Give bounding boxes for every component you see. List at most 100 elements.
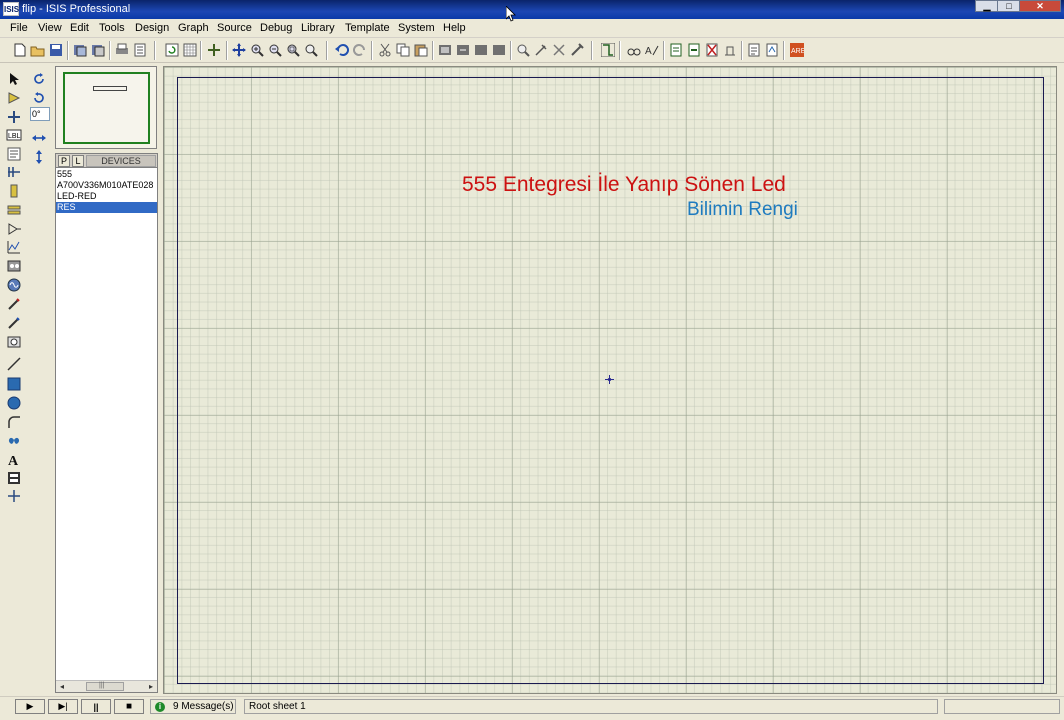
- menu-template[interactable]: Template: [345, 22, 390, 34]
- zoom-all-icon[interactable]: [285, 42, 301, 58]
- menu-file[interactable]: File: [10, 22, 28, 34]
- menu-view[interactable]: View: [38, 22, 62, 34]
- pick-device-icon[interactable]: [515, 42, 531, 58]
- electrical-rules-icon[interactable]: [764, 42, 780, 58]
- schematic-title-text[interactable]: 555 Entegresi İle Yanıp Sönen Led: [462, 173, 786, 197]
- block-move-icon[interactable]: [455, 42, 471, 58]
- rotate-cw-icon[interactable]: [30, 70, 48, 87]
- open-folder-icon[interactable]: [30, 42, 46, 58]
- property-assign-icon[interactable]: A: [644, 42, 660, 58]
- new-file-icon[interactable]: [12, 42, 28, 58]
- cut-icon[interactable]: [377, 42, 393, 58]
- device-list-hscrollbar[interactable]: ◂ ||| ▸: [56, 680, 157, 692]
- path-2d-icon[interactable]: [5, 431, 23, 448]
- circle-2d-icon[interactable]: [5, 394, 23, 411]
- block-rotate-icon[interactable]: [473, 42, 489, 58]
- scroll-right-icon[interactable]: ▸: [145, 681, 157, 692]
- current-probe-icon[interactable]: [5, 314, 23, 331]
- grid-icon[interactable]: [182, 42, 198, 58]
- rotate-ccw-icon[interactable]: [30, 89, 48, 106]
- symbol-2d-icon[interactable]: [5, 469, 23, 486]
- menu-debug[interactable]: Debug: [260, 22, 292, 34]
- search-tag-icon[interactable]: [626, 42, 642, 58]
- bus-icon[interactable]: [5, 163, 23, 180]
- terminal-icon[interactable]: [5, 201, 23, 218]
- device-item[interactable]: A700V336M010ATE028: [56, 180, 157, 191]
- voltage-probe-icon[interactable]: [5, 295, 23, 312]
- arc-2d-icon[interactable]: [5, 413, 23, 430]
- import-icon[interactable]: [72, 42, 88, 58]
- make-device-icon[interactable]: [533, 42, 549, 58]
- menu-source[interactable]: Source: [217, 22, 252, 34]
- menu-design[interactable]: Design: [135, 22, 169, 34]
- menu-library[interactable]: Library: [301, 22, 335, 34]
- device-item-selected[interactable]: RES: [56, 202, 157, 213]
- schematic-subtitle-text[interactable]: Bilimin Rengi: [687, 199, 798, 221]
- block-copy-icon[interactable]: [437, 42, 453, 58]
- menu-edit[interactable]: Edit: [70, 22, 89, 34]
- schematic-canvas[interactable]: 555 Entegresi İle Yanıp Sönen Led Bilimi…: [163, 66, 1057, 694]
- undo-icon[interactable]: [334, 42, 350, 58]
- junction-dot-icon[interactable]: [5, 108, 23, 125]
- copy-icon[interactable]: [395, 42, 411, 58]
- tape-recorder-icon[interactable]: [5, 257, 23, 274]
- block-delete-icon[interactable]: [491, 42, 507, 58]
- stop-button[interactable]: ■: [114, 699, 144, 714]
- marker-2d-icon[interactable]: [5, 487, 23, 504]
- refresh-icon[interactable]: [164, 42, 180, 58]
- export-icon[interactable]: [90, 42, 106, 58]
- netlist-icon[interactable]: [746, 42, 762, 58]
- print-setup-icon[interactable]: [132, 42, 148, 58]
- canvas-vscrollbar[interactable]: [1057, 66, 1064, 694]
- text-script-icon[interactable]: [5, 145, 23, 162]
- pick-devices-button[interactable]: P: [58, 155, 70, 167]
- menu-graph[interactable]: Graph: [178, 22, 209, 34]
- play-button[interactable]: ▶: [15, 699, 45, 714]
- paste-icon[interactable]: [413, 42, 429, 58]
- device-pin-icon[interactable]: [5, 220, 23, 237]
- text-2d-icon[interactable]: A: [5, 450, 23, 467]
- messages-panel[interactable]: i 9 Message(s): [150, 699, 236, 714]
- component-mode-icon[interactable]: [5, 89, 23, 106]
- device-item[interactable]: 555: [56, 169, 157, 180]
- redo-icon[interactable]: [352, 42, 368, 58]
- library-manager-button[interactable]: L: [72, 155, 84, 167]
- netlist-ares-icon[interactable]: ARE: [789, 42, 805, 58]
- goto-sheet-icon[interactable]: [704, 42, 720, 58]
- rotation-field[interactable]: 0°: [30, 107, 50, 121]
- menu-tools[interactable]: Tools: [99, 22, 125, 34]
- pause-button[interactable]: ||: [81, 699, 111, 714]
- new-sheet-icon[interactable]: [668, 42, 684, 58]
- save-icon[interactable]: [48, 42, 64, 58]
- maximize-button[interactable]: □: [997, 0, 1021, 12]
- selection-mode-icon[interactable]: [5, 70, 23, 87]
- zoom-out-icon[interactable]: [267, 42, 283, 58]
- remove-sheet-icon[interactable]: [686, 42, 702, 58]
- origin-icon[interactable]: [206, 42, 222, 58]
- overview-window[interactable]: [55, 66, 157, 149]
- zoom-area-icon[interactable]: [303, 42, 319, 58]
- print-icon[interactable]: [114, 42, 130, 58]
- close-button[interactable]: ✕: [1019, 0, 1061, 12]
- scroll-left-icon[interactable]: ◂: [56, 681, 68, 692]
- packaging-icon[interactable]: [551, 42, 567, 58]
- line-2d-icon[interactable]: [5, 355, 23, 372]
- menu-system[interactable]: System: [398, 22, 435, 34]
- box-2d-icon[interactable]: [5, 375, 23, 392]
- virtual-instrument-icon[interactable]: [5, 333, 23, 350]
- decompose-icon[interactable]: [569, 42, 585, 58]
- wire-autorouter-icon[interactable]: [600, 42, 616, 58]
- subcircuit-icon[interactable]: [5, 182, 23, 199]
- scroll-thumb[interactable]: |||: [86, 682, 124, 691]
- graph-mode-icon[interactable]: [5, 238, 23, 255]
- wire-label-icon[interactable]: LBL: [5, 126, 23, 143]
- bill-of-materials-icon[interactable]: [722, 42, 738, 58]
- device-item[interactable]: LED-RED: [56, 191, 157, 202]
- zoom-in-icon[interactable]: [249, 42, 265, 58]
- mirror-horizontal-icon[interactable]: [30, 129, 48, 146]
- generator-icon[interactable]: [5, 276, 23, 293]
- step-button[interactable]: ▶|: [48, 699, 78, 714]
- mirror-vertical-icon[interactable]: [30, 148, 48, 165]
- menu-help[interactable]: Help: [443, 22, 466, 34]
- pan-icon[interactable]: [231, 42, 247, 58]
